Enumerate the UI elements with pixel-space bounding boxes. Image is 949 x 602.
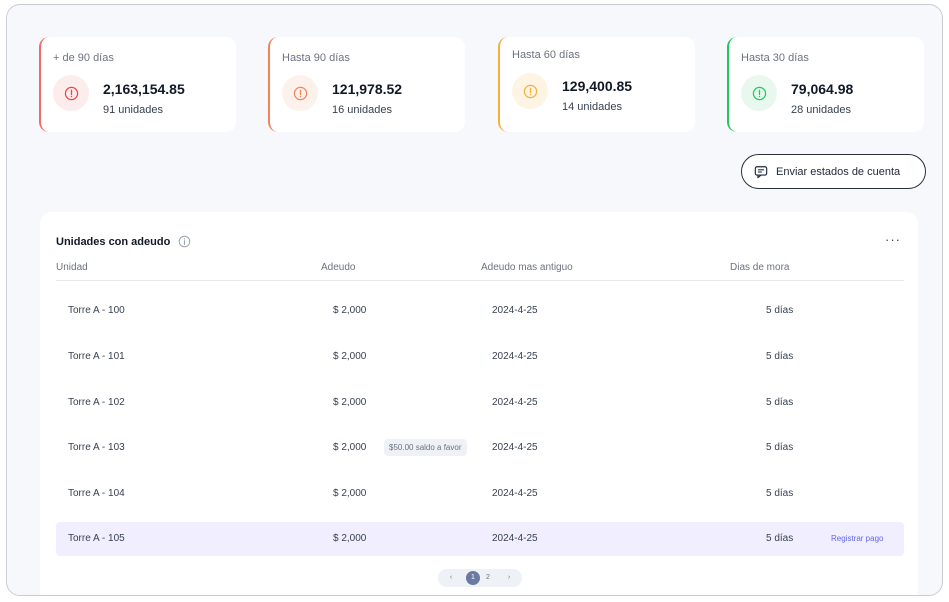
date-cell: 2024-4-25: [492, 488, 538, 499]
header-divider: [56, 280, 904, 281]
amount-cell: $ 2,000: [333, 442, 367, 453]
credit-balance-badge: $50.00 saldo a favor: [384, 439, 467, 456]
days-cell: 5 días: [766, 305, 794, 316]
card-amount: 121,978.52: [332, 81, 403, 97]
date-cell: 2024-4-25: [492, 533, 538, 544]
pagination: ‹ 1 2 ›: [438, 569, 522, 587]
summary-card-90[interactable]: Hasta 90 días 121,978.52 16 unidades: [268, 37, 465, 132]
amount-cell: $ 2,000: [333, 351, 367, 362]
date-cell: 2024-4-25: [492, 351, 538, 362]
unit-cell: Torre A - 105: [68, 533, 125, 544]
alert-icon: [53, 75, 89, 111]
table-row[interactable]: Torre A - 103 $ 2,000 $50.00 saldo a fav…: [56, 431, 904, 465]
message-icon: [754, 165, 768, 178]
alert-icon: [512, 73, 548, 109]
table-row[interactable]: Torre A - 101 $ 2,000 2024-4-25 5 días: [56, 340, 904, 374]
card-amount: 79,064.98: [791, 81, 854, 97]
table-row-hovered[interactable]: Torre A - 105 $ 2,000 2024-4-25 5 días R…: [56, 522, 904, 556]
card-amount: 129,400.85: [562, 78, 633, 94]
amount-cell: $ 2,000: [333, 488, 367, 499]
unit-cell: Torre A - 102: [68, 397, 125, 408]
alert-icon: [282, 75, 318, 111]
debts-panel: Unidades con adeudo ··· Unidad Adeudo Ad…: [40, 212, 918, 595]
card-label: Hasta 30 días: [741, 52, 809, 64]
column-header-amount[interactable]: Adeudo: [321, 262, 355, 273]
info-icon[interactable]: [178, 235, 191, 248]
card-units: 91 unidades: [103, 104, 163, 116]
date-cell: 2024-4-25: [492, 442, 538, 453]
card-units: 14 unidades: [562, 101, 622, 113]
days-cell: 5 días: [766, 442, 794, 453]
summary-card-30[interactable]: Hasta 30 días 79,064.98 28 unidades: [727, 37, 924, 132]
date-cell: 2024-4-25: [492, 305, 538, 316]
summary-card-90-plus[interactable]: + de 90 días 2,163,154.85 91 unidades: [39, 37, 236, 132]
page-2-button[interactable]: 2: [481, 571, 495, 585]
days-cell: 5 días: [766, 488, 794, 499]
next-page-icon[interactable]: ›: [502, 571, 516, 585]
column-header-oldest[interactable]: Adeudo mas antiguo: [481, 262, 573, 273]
column-header-days[interactable]: Dias de mora: [730, 262, 789, 273]
send-statements-button[interactable]: Enviar estados de cuenta: [741, 154, 926, 189]
card-units: 16 unidades: [332, 104, 392, 116]
table-row[interactable]: Torre A - 100 $ 2,000 2024-4-25 5 días: [56, 294, 904, 328]
days-cell: 5 días: [766, 533, 794, 544]
card-label: Hasta 60 días: [512, 49, 580, 61]
date-cell: 2024-4-25: [492, 397, 538, 408]
days-cell: 5 días: [766, 351, 794, 362]
unit-cell: Torre A - 100: [68, 305, 125, 316]
unit-cell: Torre A - 103: [68, 442, 125, 453]
amount-cell: $ 2,000: [333, 397, 367, 408]
summary-card-60[interactable]: Hasta 60 días 129,400.85 14 unidades: [498, 37, 695, 132]
unit-cell: Torre A - 101: [68, 351, 125, 362]
card-label: Hasta 90 días: [282, 52, 350, 64]
table-row[interactable]: Torre A - 102 $ 2,000 2024-4-25 5 días: [56, 386, 904, 420]
card-units: 28 unidades: [791, 104, 851, 116]
send-statements-label: Enviar estados de cuenta: [776, 165, 901, 178]
table-row[interactable]: Torre A - 104 $ 2,000 2024-4-25 5 días: [56, 477, 904, 511]
column-header-unit[interactable]: Unidad: [56, 262, 88, 273]
amount-cell: $ 2,000: [333, 305, 367, 316]
amount-cell: $ 2,000: [333, 533, 367, 544]
days-cell: 5 días: [766, 397, 794, 408]
panel-title: Unidades con adeudo: [56, 236, 171, 248]
unit-cell: Torre A - 104: [68, 488, 125, 499]
page-1-button[interactable]: 1: [466, 571, 480, 585]
card-label: + de 90 días: [53, 52, 114, 64]
prev-page-icon[interactable]: ‹: [444, 571, 458, 585]
register-payment-link[interactable]: Registrar pago: [831, 534, 883, 543]
alert-icon: [741, 75, 777, 111]
more-options-icon[interactable]: ···: [885, 232, 901, 247]
app-frame: + de 90 días 2,163,154.85 91 unidades Ha…: [6, 4, 943, 596]
card-amount: 2,163,154.85: [103, 81, 185, 97]
